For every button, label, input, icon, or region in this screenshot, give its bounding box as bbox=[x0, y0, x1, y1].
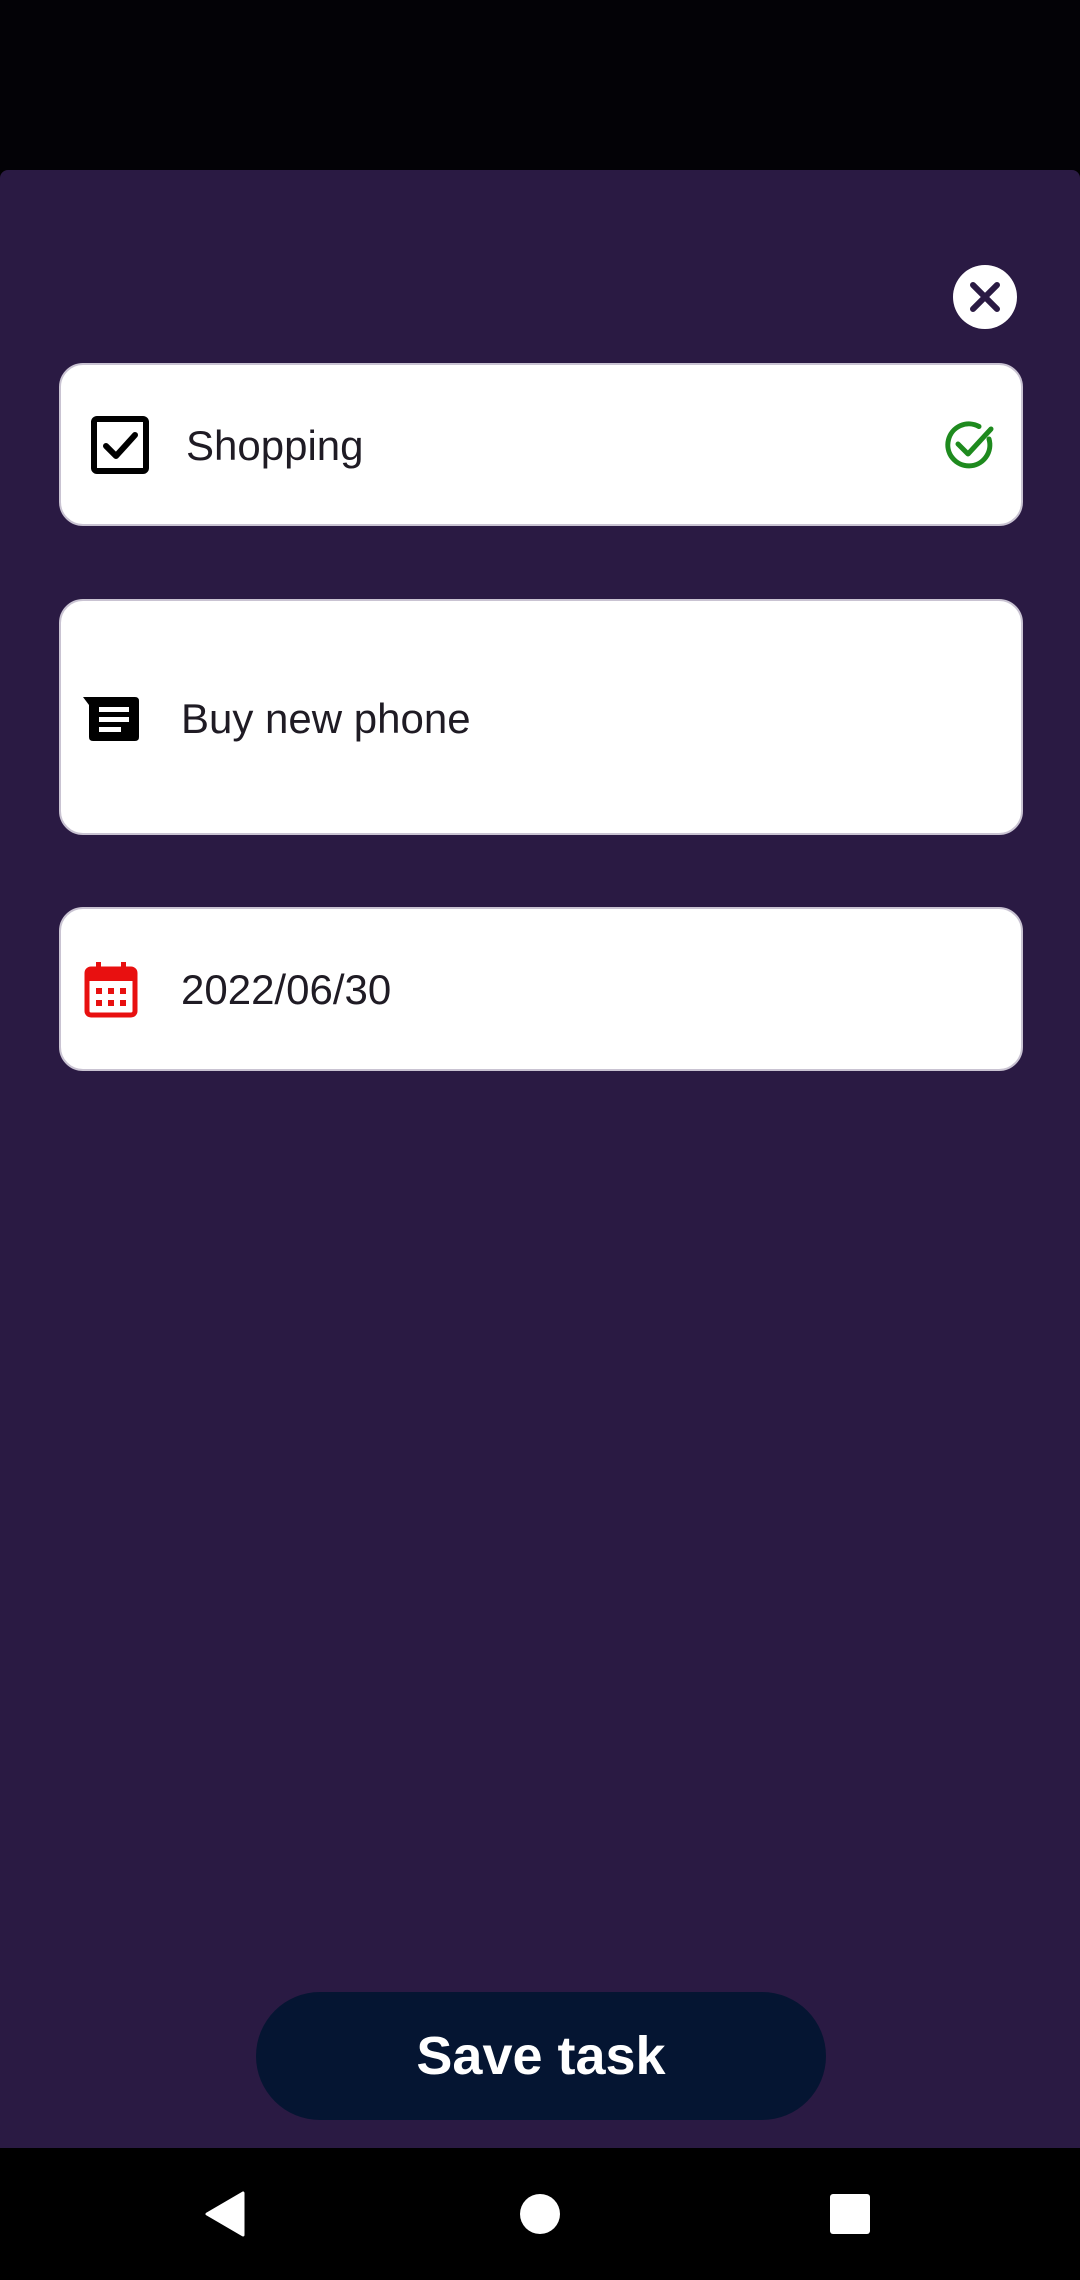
nav-recents-button[interactable] bbox=[780, 2148, 920, 2280]
task-title-field[interactable]: Buy new phone bbox=[59, 599, 1023, 835]
category-value: Shopping bbox=[186, 422, 364, 469]
home-circle-icon bbox=[520, 2194, 560, 2234]
notes-icon bbox=[81, 693, 141, 745]
back-triangle-icon bbox=[205, 2191, 245, 2237]
status-bar bbox=[0, 0, 1080, 170]
close-icon bbox=[970, 282, 1000, 312]
category-field[interactable]: Shopping bbox=[59, 363, 1023, 526]
nav-back-button[interactable] bbox=[155, 2148, 295, 2280]
navigation-bar bbox=[0, 2148, 1080, 2280]
recents-square-icon bbox=[830, 2194, 870, 2234]
task-title-value: Buy new phone bbox=[181, 695, 471, 742]
nav-home-button[interactable] bbox=[470, 2148, 610, 2280]
save-task-button[interactable]: Save task bbox=[256, 1992, 826, 2120]
calendar-icon bbox=[83, 961, 139, 1019]
check-circle-icon[interactable] bbox=[941, 417, 997, 473]
checkbox-icon bbox=[90, 415, 150, 475]
due-date-field[interactable]: 2022/06/30 bbox=[59, 907, 1023, 1071]
due-date-value: 2022/06/30 bbox=[181, 966, 392, 1013]
close-button[interactable] bbox=[953, 265, 1017, 329]
